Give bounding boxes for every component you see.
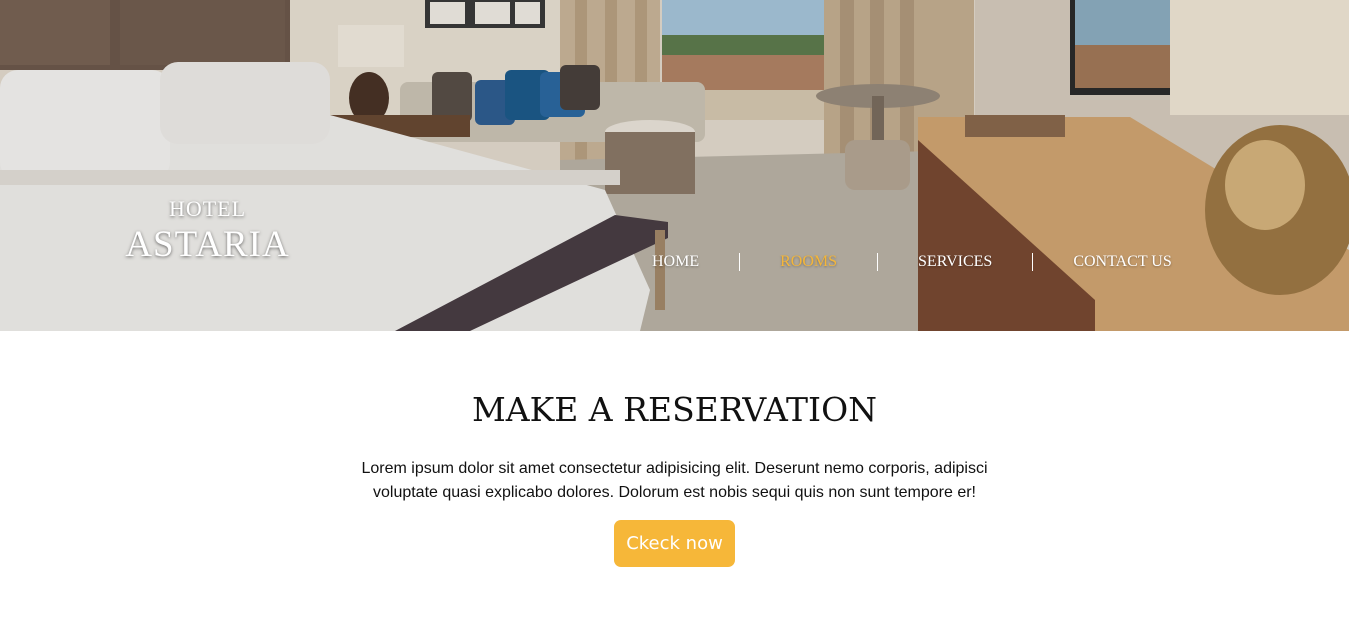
main-navigation: HOME ROOMS SERVICES CONTACT US	[612, 250, 1212, 274]
nav-rooms[interactable]: ROOMS	[740, 251, 877, 273]
hero-banner: HOTEL ASTARIA HOME ROOMS SERVICES CONTAC…	[0, 0, 1349, 331]
reservation-title: MAKE A RESERVATION	[471, 390, 878, 429]
hotel-room-photo	[0, 0, 1349, 331]
nav-contact-us[interactable]: CONTACT US	[1033, 251, 1211, 273]
check-now-button[interactable]: Ckeck now	[614, 520, 735, 567]
logo-line-hotel: HOTEL	[168, 196, 247, 221]
logo-line-astaria: ASTARIA	[125, 224, 290, 265]
nav-home[interactable]: HOME	[612, 251, 739, 273]
reservation-description: Lorem ipsum dolor sit amet consectetur a…	[361, 460, 988, 501]
nav-services[interactable]: SERVICES	[878, 251, 1032, 273]
hotel-logo[interactable]: HOTEL ASTARIA	[120, 196, 295, 268]
